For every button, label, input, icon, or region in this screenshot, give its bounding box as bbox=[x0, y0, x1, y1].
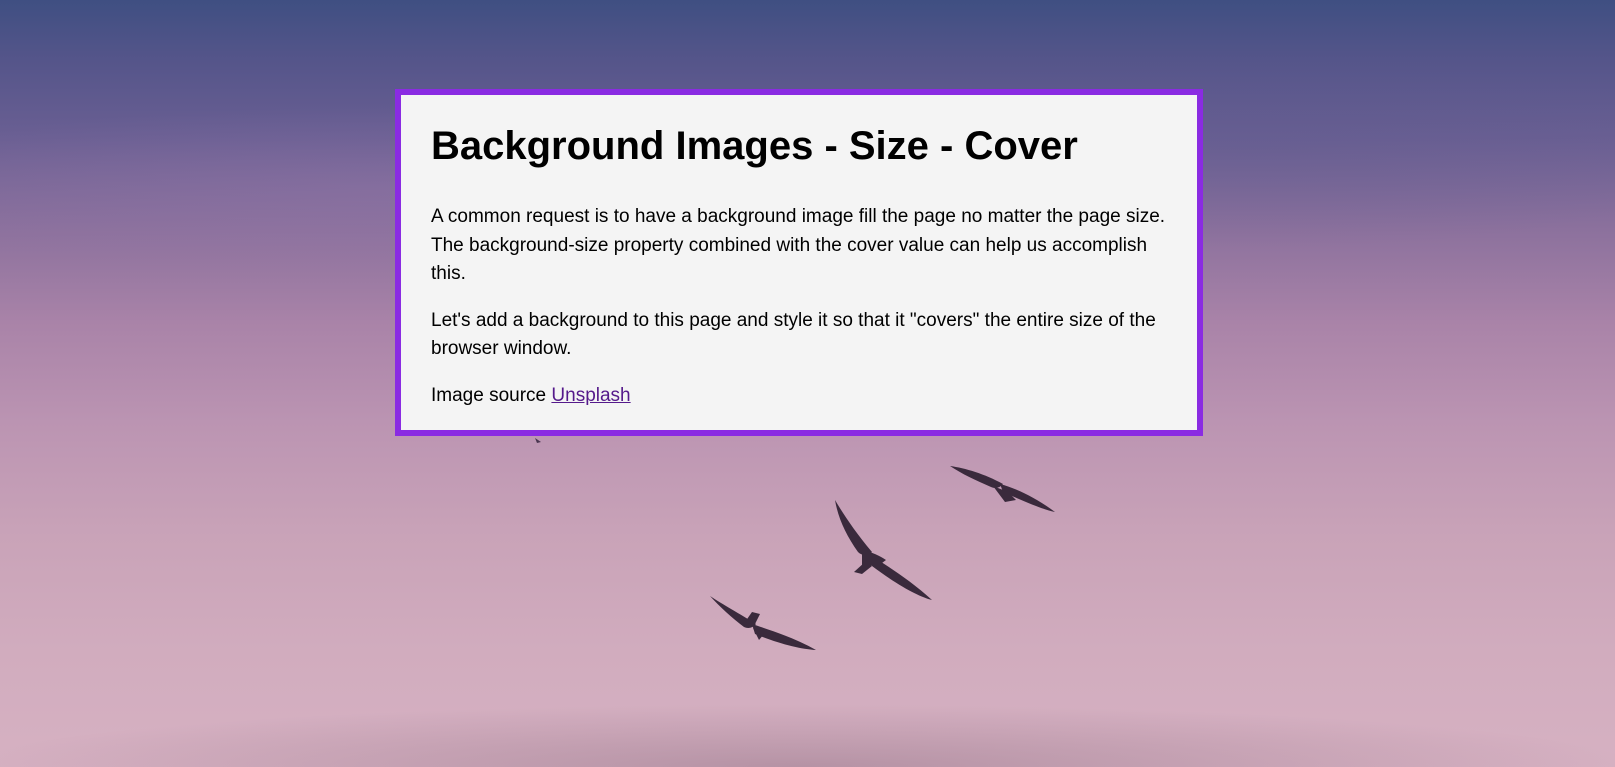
bird-tiny-1 bbox=[535, 438, 541, 443]
image-source-label: Image source bbox=[431, 384, 547, 406]
content-card: Background Images - Size - Cover A commo… bbox=[395, 89, 1203, 436]
bird-center bbox=[835, 500, 932, 600]
bird-left bbox=[710, 596, 816, 650]
instruction-paragraph: Let's add a background to this page and … bbox=[431, 309, 1156, 360]
unsplash-link[interactable]: Unsplash bbox=[551, 385, 630, 406]
image-source-line: Image source Unsplash bbox=[431, 382, 1167, 411]
page-title: Background Images - Size - Cover bbox=[431, 124, 1078, 168]
bird-right bbox=[950, 466, 1055, 512]
intro-paragraph: A common request is to have a background… bbox=[431, 206, 1166, 284]
